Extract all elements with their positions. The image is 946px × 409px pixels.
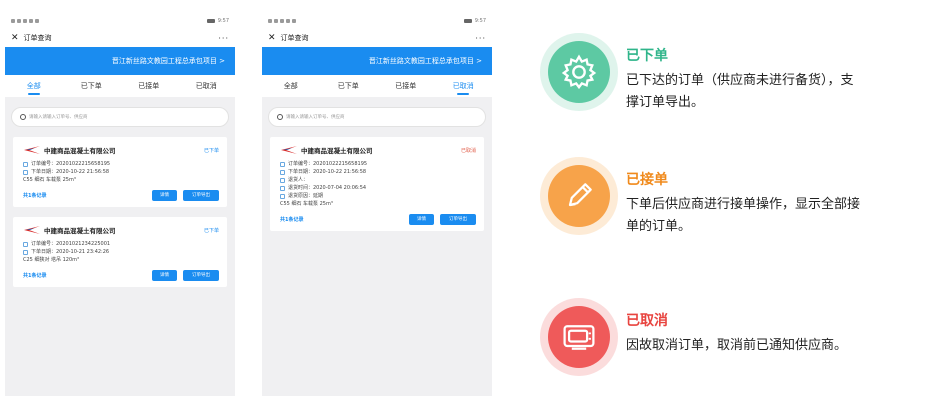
tv-icon [563,325,595,350]
search-input[interactable]: 请输入请输入订单号、供应商 [268,107,486,127]
tab-ordered[interactable]: 已下单 [320,75,378,97]
order-spec: C25 细狭对 塔吊 120m³ [23,257,80,263]
company-name: 中建商品混凝土有限公司 [301,147,373,155]
calendar-icon [23,249,28,255]
company-logo-icon [24,146,40,154]
detail-button[interactable]: 详情 [409,214,434,225]
record-count: 共1条记录 [23,273,47,279]
record-count: 共1条记录 [280,217,304,223]
project-name: 晋江新丝路文教园工程总承包项目 > [111,57,225,65]
feature-title: 已下单 [626,48,668,64]
nav-bar: ✕ 订单查询 ··· [5,29,235,47]
company-logo-icon [24,226,40,234]
feature-cancelled: 已取消 因故取消订单，取消前已通知供应商。 [540,298,940,376]
order-number: 订单编号：20201021234225001 [31,241,111,247]
record-count: 共1条记录 [23,193,47,199]
calendar-icon [23,169,28,175]
nav-bar: ✕ 订单查询 ··· [262,29,492,47]
order-spec: C55 细石 车载泵 25m³ [280,201,333,207]
feature-accepted: 已接单 下单后供应商进行接单操作，显示全部接 单的订单。 [540,157,940,238]
tab-cancelled[interactable]: 已取消 [178,75,236,97]
status-badge: 已下单 [203,147,219,154]
feature-desc: 已下达的订单（供应商未进行备货），支 撑订单导出。 [626,73,854,110]
tab-all[interactable]: 全部 [5,75,63,97]
export-button[interactable]: 订单导出 [183,270,219,281]
calendar-icon [280,169,285,175]
tab-all[interactable]: 全部 [262,75,320,97]
order-number: 订单编号：20201022215658195 [31,161,111,167]
feature-title: 已接单 [626,172,668,188]
order-card[interactable]: 中建商品混凝土有限公司 已下单 订单编号：20201021234225001 下… [13,217,227,287]
tab-bar: 全部 已下单 已接单 已取消 [5,75,235,97]
document-icon [280,161,285,167]
order-card[interactable]: 中建商品混凝土有限公司 已取消 订单编号：20201022215658195 下… [270,137,484,231]
search-icon [20,114,26,120]
note-icon [280,193,285,199]
project-name: 晋江新丝路文教园工程总承包项目 > [368,57,482,65]
tab-ordered[interactable]: 已下单 [63,75,121,97]
battery-icon [206,19,215,23]
export-button[interactable]: 订单导出 [183,190,219,201]
order-date: 下单日期：2020-10-21 23:42:26 [31,249,110,255]
tab-accepted[interactable]: 已接单 [377,75,435,97]
order-number: 订单编号：20201022215658195 [288,161,368,167]
page-title: 订单查询 [280,34,309,42]
battery-icon [463,19,472,23]
search-icon [277,114,283,120]
tab-accepted[interactable]: 已接单 [120,75,178,97]
status-time: 9:57 [217,18,229,24]
feature-desc: 因故取消订单，取消前已通知供应商。 [626,338,848,353]
more-icon[interactable]: ··· [218,34,229,43]
close-icon[interactable]: ✕ [268,33,276,43]
page-title: 订单查询 [23,34,52,42]
document-icon [23,161,28,167]
status-badge: 已下单 [203,227,219,234]
phone-screen-all: 9:57 ✕ 订单查询 ··· 晋江新丝路文教园工程总承包项目 > 全部 已下单… [5,13,235,396]
export-button[interactable]: 订单导出 [440,214,476,225]
gear-icon [561,54,597,90]
detail-button[interactable]: 详情 [152,270,177,281]
search-input[interactable]: 请输入请输入订单号、供应商 [11,107,229,127]
close-icon[interactable]: ✕ [11,33,19,43]
company-name: 中建商品混凝土有限公司 [44,147,116,155]
company-name: 中建商品混凝土有限公司 [44,227,116,235]
status-badge: 已取消 [460,147,476,154]
document-icon [23,241,28,247]
more-icon[interactable]: ··· [475,34,486,43]
order-spec: C55 细石 车载泵 25m³ [23,177,76,183]
clock-icon [280,185,285,191]
company-logo-icon [281,146,297,154]
project-banner[interactable]: 晋江新丝路文教园工程总承包项目 > [262,47,492,75]
status-time: 9:57 [474,18,486,24]
status-bar: 9:57 [262,13,492,29]
returner: 退货人： [288,177,309,183]
return-time: 退货时间：2020-07-04 20:06:54 [288,185,367,191]
tab-cancelled[interactable]: 已取消 [435,75,493,97]
feature-title: 已取消 [626,313,668,329]
tab-bar: 全部 已下单 已接单 已取消 [262,75,492,97]
feature-desc: 下单后供应商进行接单操作，显示全部接 单的订单。 [626,197,861,234]
search-placeholder: 请输入请输入订单号、供应商 [29,115,88,120]
order-date: 下单日期：2020-10-22 21:56:58 [288,169,367,175]
phone-screen-cancelled: 9:57 ✕ 订单查询 ··· 晋江新丝路文教园工程总承包项目 > 全部 已下单… [262,13,492,396]
search-placeholder: 请输入请输入订单号、供应商 [286,115,345,120]
return-reason: 退货原因：延期 [288,193,324,199]
order-card[interactable]: 中建商品混凝土有限公司 已下单 订单编号：20201022215658195 下… [13,137,227,207]
pencil-icon [568,183,592,207]
feature-ordered: 已下单 已下达的订单（供应商未进行备货），支 撑订单导出。 [540,33,940,114]
detail-button[interactable]: 详情 [152,190,177,201]
person-icon [280,177,285,183]
status-bar: 9:57 [5,13,235,29]
project-banner[interactable]: 晋江新丝路文教园工程总承包项目 > [5,47,235,75]
order-date: 下单日期：2020-10-22 21:56:58 [31,169,110,175]
